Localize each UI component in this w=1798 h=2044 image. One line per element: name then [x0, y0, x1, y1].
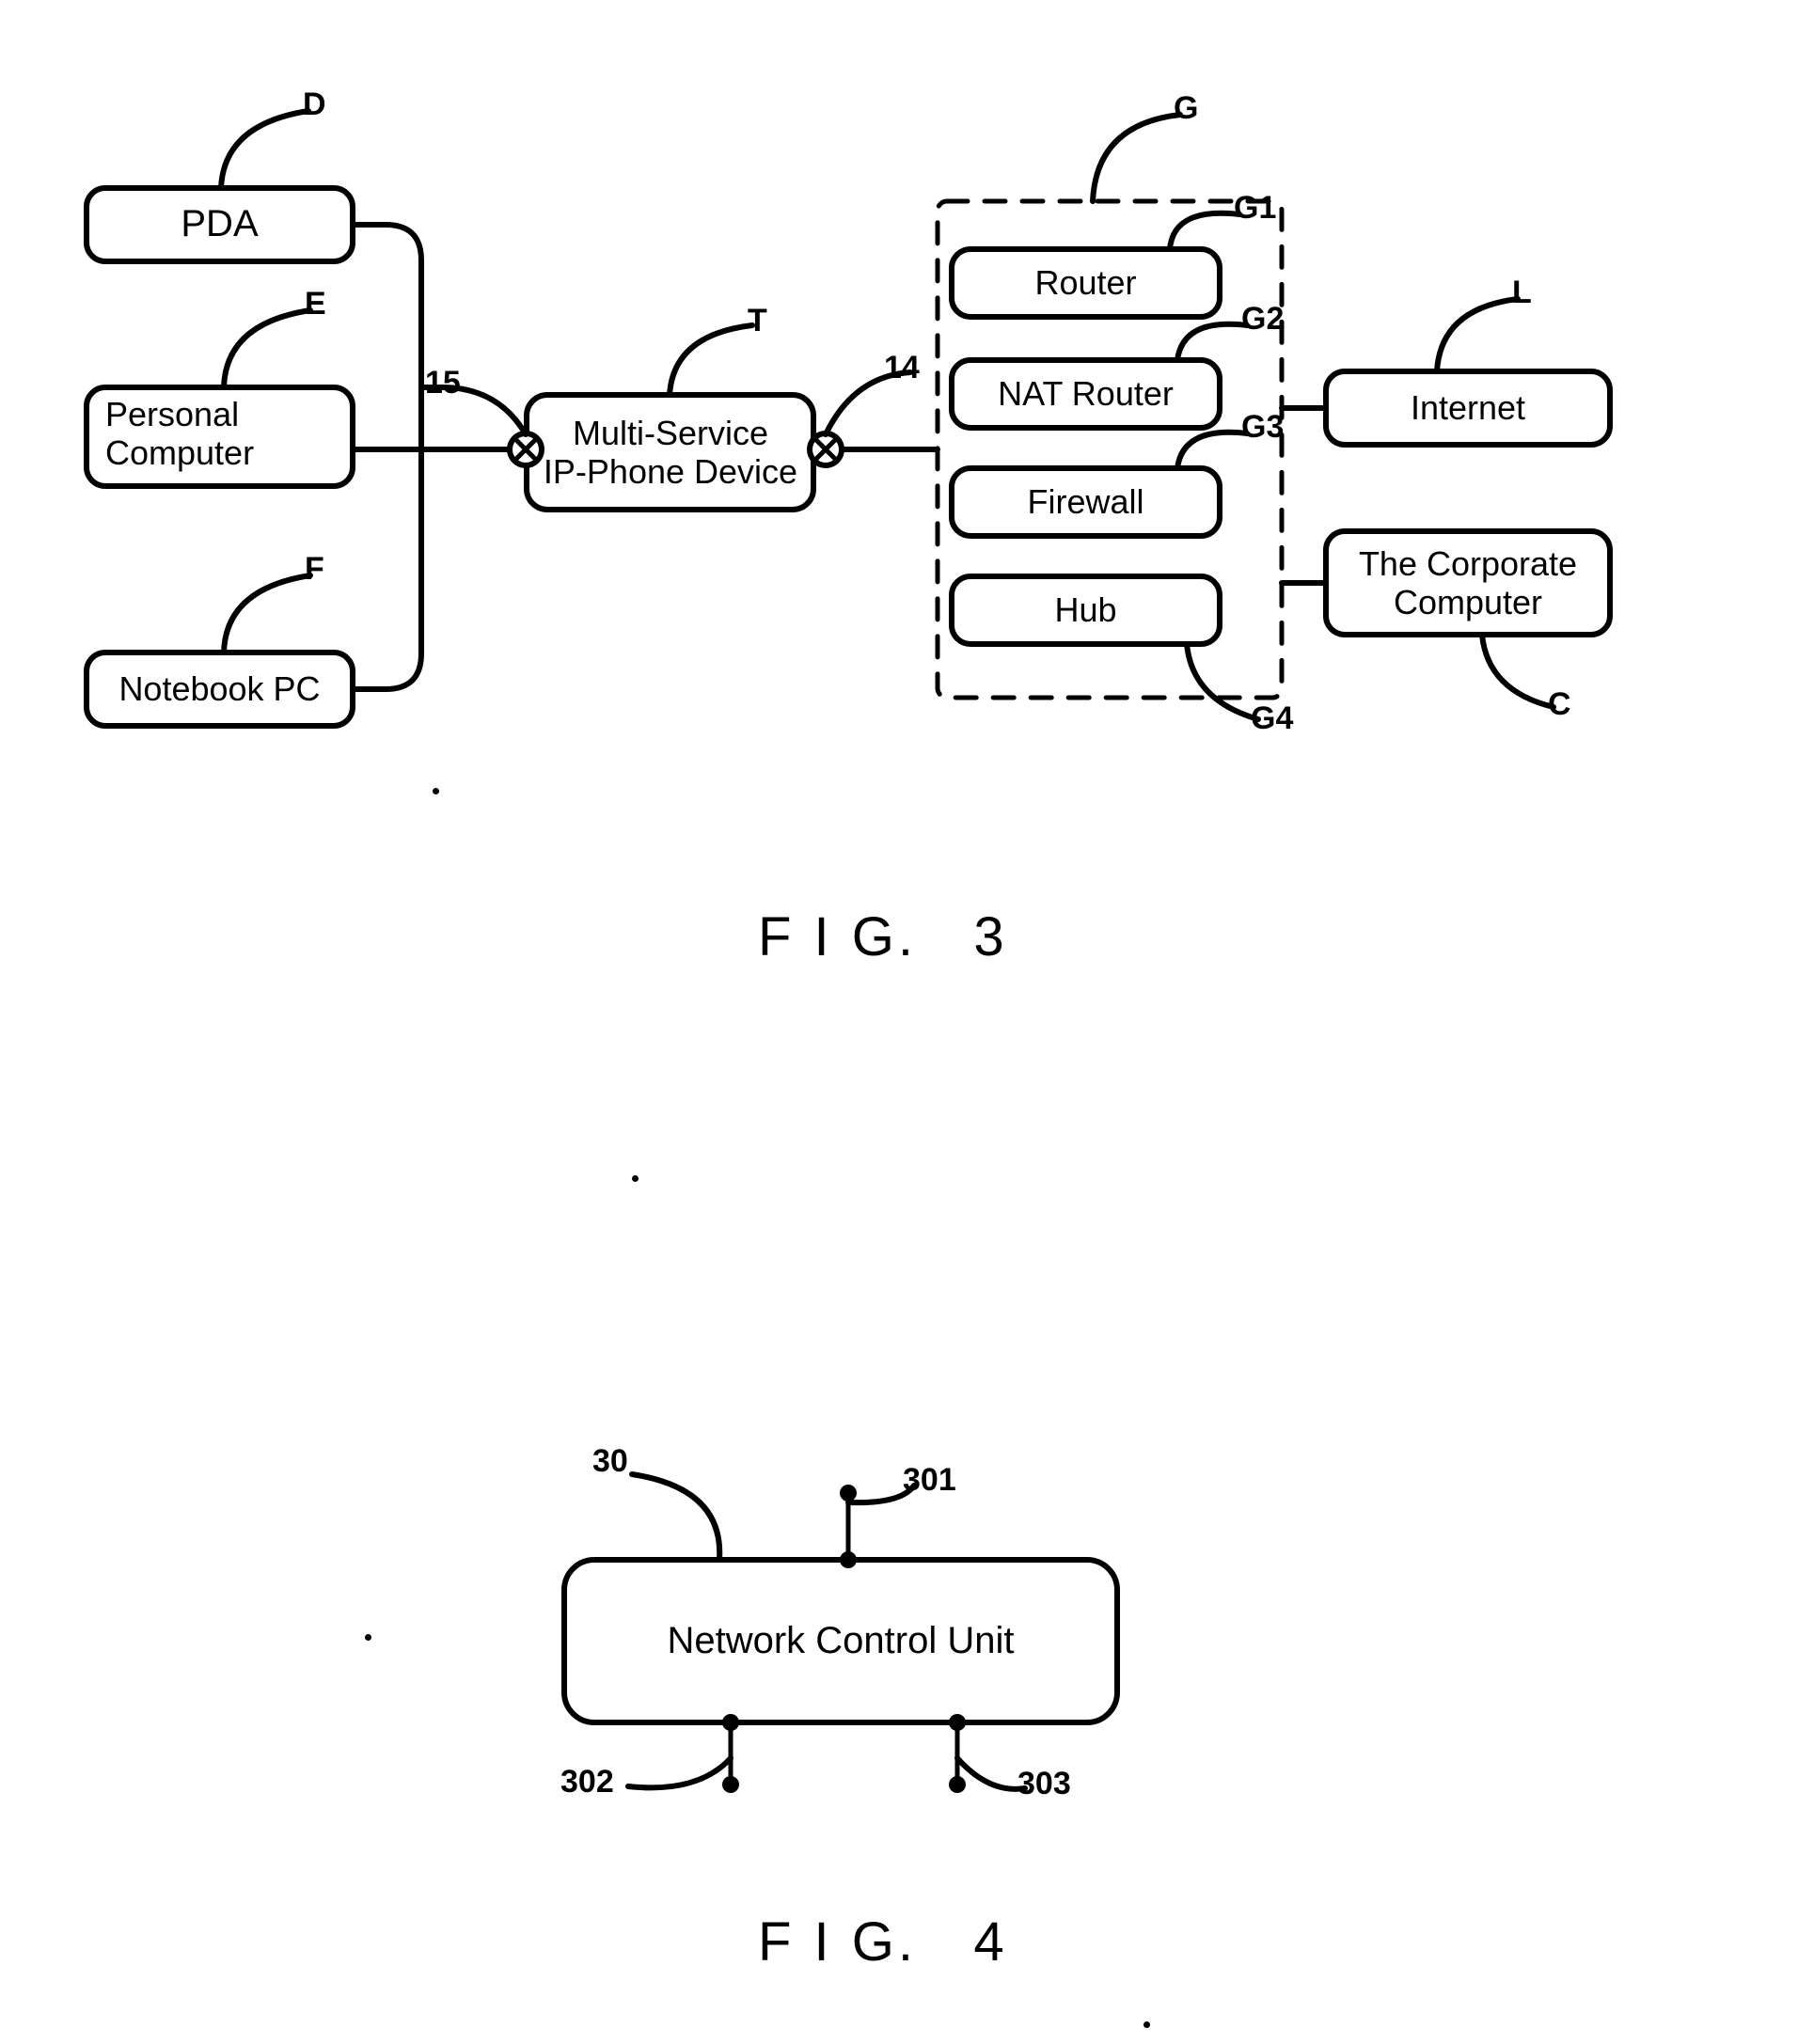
ref-label-f: F	[305, 551, 324, 587]
leader-line-g3	[1175, 429, 1250, 471]
wire-pda-to-bus	[350, 222, 424, 452]
scan-speck	[632, 1175, 639, 1182]
leader-line-d	[218, 108, 311, 191]
port-dots	[722, 1485, 966, 1793]
leader-line-e	[221, 307, 313, 390]
leader-line-g1	[1167, 210, 1242, 252]
ref-label-d: D	[303, 86, 326, 122]
leader-line-30	[629, 1471, 723, 1563]
node-box-corporate-computer	[1323, 528, 1613, 637]
figure-caption-4: F I G. 4	[758, 1911, 1008, 1973]
leader-line-303	[954, 1755, 1028, 1792]
ref-label-30: 30	[592, 1443, 628, 1479]
scan-speck	[1143, 2021, 1150, 2028]
node-box-network-control-unit	[561, 1557, 1120, 1725]
port-303-dot-end	[949, 1776, 966, 1793]
node-box-router	[949, 246, 1222, 320]
port-302-dot-edge	[722, 1714, 739, 1731]
leader-line-t	[667, 322, 755, 398]
node-box-firewall	[949, 465, 1222, 539]
port-303-dot-edge	[949, 1714, 966, 1731]
leader-line-c	[1479, 632, 1556, 710]
leader-line-f	[221, 573, 313, 655]
ref-label-c: C	[1548, 686, 1571, 722]
patent-drawing-sheet: PDA Personal Computer Notebook PC Multi-…	[0, 0, 1798, 2044]
node-box-internet	[1323, 369, 1613, 448]
ref-label-e: E	[305, 286, 326, 322]
ref-label-302: 302	[560, 1764, 614, 1800]
ref-label-g4: G4	[1251, 700, 1294, 736]
ref-label-15: 15	[425, 365, 461, 401]
ref-label-g3: G3	[1241, 409, 1285, 445]
ref-label-t: T	[748, 303, 767, 338]
port-301-dot-edge	[840, 1551, 857, 1568]
node-box-personal-computer	[84, 385, 355, 489]
leader-line-g2	[1175, 321, 1250, 363]
scan-speck	[365, 1634, 371, 1641]
gateway-dashed-boundary	[935, 198, 1285, 700]
ref-label-g1: G1	[1234, 190, 1277, 226]
ref-label-g: G	[1174, 90, 1199, 126]
node-box-notebook-pc	[84, 650, 355, 729]
leader-line-302	[625, 1755, 733, 1791]
ref-label-g2: G2	[1241, 301, 1285, 337]
figure-caption-3: F I G. 3	[758, 906, 1008, 967]
connector-14-symbol	[807, 431, 844, 468]
ref-label-301: 301	[903, 1462, 956, 1498]
node-box-pda	[84, 185, 355, 264]
scan-speck	[433, 788, 439, 794]
connector-15-symbol	[507, 431, 544, 468]
leader-line-g4	[1184, 641, 1261, 722]
port-301-dot-top	[840, 1485, 857, 1502]
port-302-dot-end	[722, 1776, 739, 1793]
wire-notebook-to-bus	[350, 447, 424, 692]
node-box-ip-phone-device	[524, 392, 816, 512]
ref-label-l: L	[1512, 275, 1532, 310]
leader-line-g	[1090, 112, 1183, 204]
ref-label-14: 14	[884, 350, 920, 385]
ref-label-303: 303	[1017, 1766, 1071, 1801]
node-box-nat-router	[949, 357, 1222, 431]
leader-line-l	[1434, 296, 1521, 374]
node-box-hub	[949, 574, 1222, 647]
